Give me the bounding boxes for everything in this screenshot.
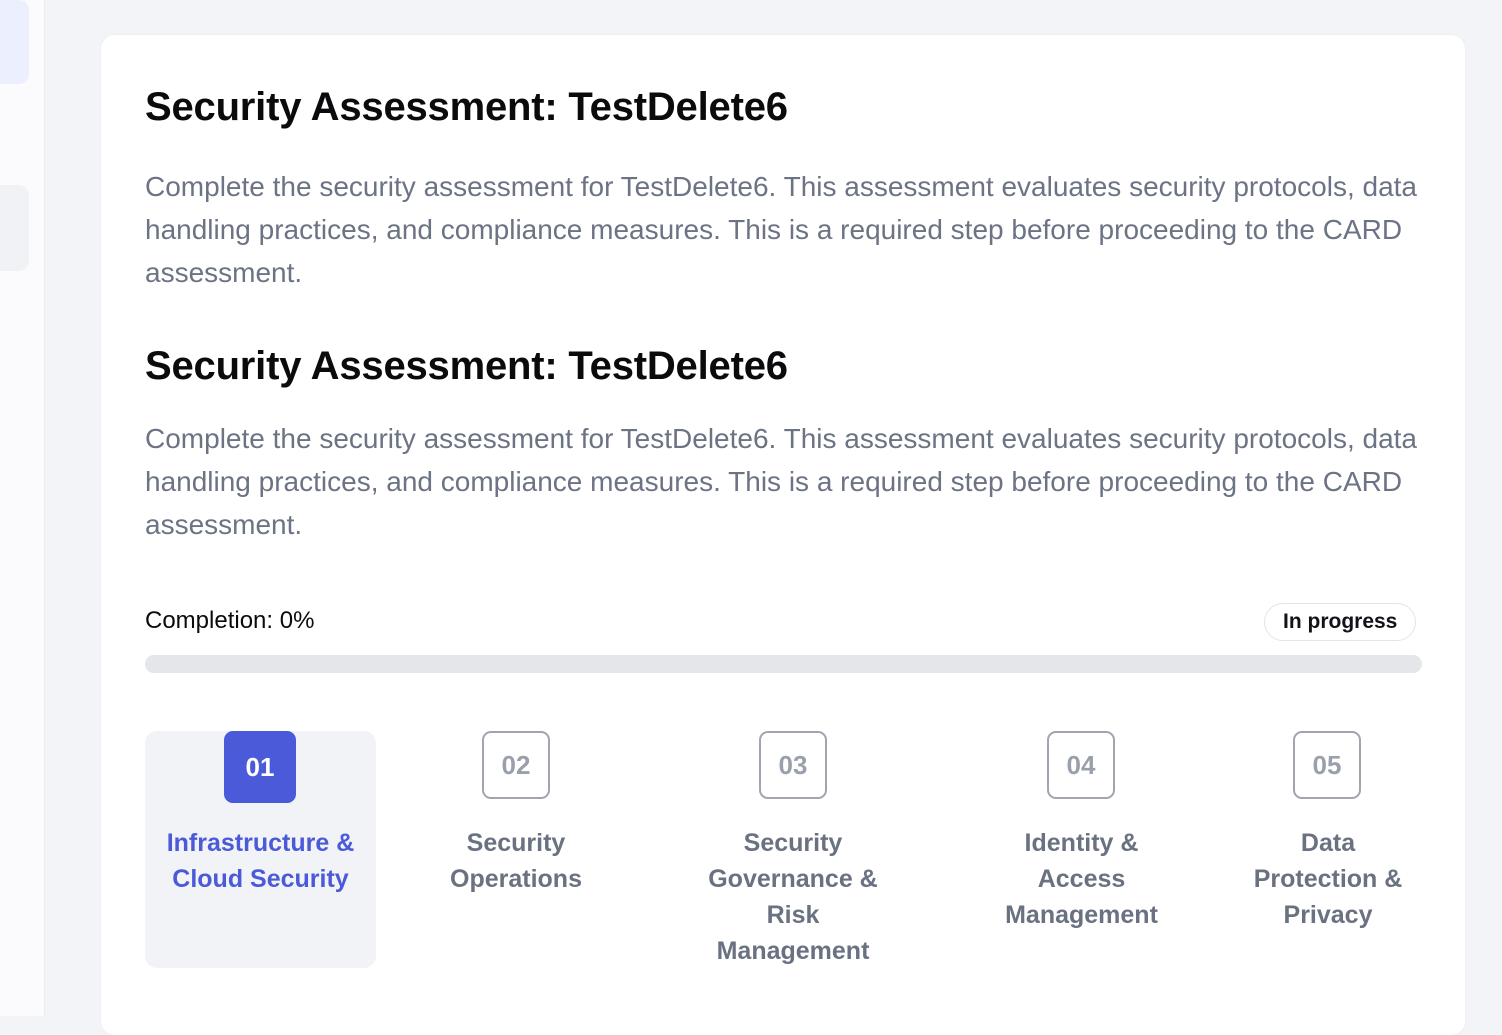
status-badge: In progress (1264, 603, 1417, 641)
step-infrastructure-cloud-security[interactable]: 01 Infrastructure & Cloud Security (145, 731, 376, 968)
step-number: 05 (1293, 731, 1361, 799)
section-title: Security Assessment: TestDelete6 (145, 344, 788, 388)
step-label: Infrastructure & Cloud Security (166, 829, 355, 893)
page-title: Security Assessment: TestDelete6 (145, 85, 788, 129)
sidebar-item-active[interactable] (0, 0, 29, 84)
step-label: Data Protection & Privacy (1253, 829, 1403, 929)
step-security-governance-risk-management[interactable]: 03 Security Governance & Risk Management (699, 731, 887, 971)
step-label: Identity & Access Management (1005, 829, 1158, 929)
step-number: 02 (482, 731, 550, 799)
step-number: 01 (224, 731, 296, 803)
sidebar (0, 0, 45, 1016)
step-identity-access-management[interactable]: 04 Identity & Access Management (994, 731, 1169, 971)
step-data-protection-privacy[interactable]: 05 Data Protection & Privacy (1253, 731, 1403, 971)
sidebar-item[interactable] (0, 185, 29, 271)
step-number: 04 (1047, 731, 1115, 799)
step-label: Security Governance & Risk Management (708, 829, 878, 965)
step-number: 03 (759, 731, 827, 799)
assessment-description: Complete the security assessment for Tes… (145, 171, 1418, 288)
completion-label: Completion: 0% (145, 607, 315, 634)
section-description: Complete the security assessment for Tes… (145, 423, 1418, 540)
step-security-operations[interactable]: 02 Security Operations (436, 731, 596, 931)
assessment-card: Security Assessment: TestDelete6 Complet… (101, 35, 1465, 1035)
progress-bar (145, 655, 1422, 673)
step-label: Security Operations (450, 829, 582, 893)
